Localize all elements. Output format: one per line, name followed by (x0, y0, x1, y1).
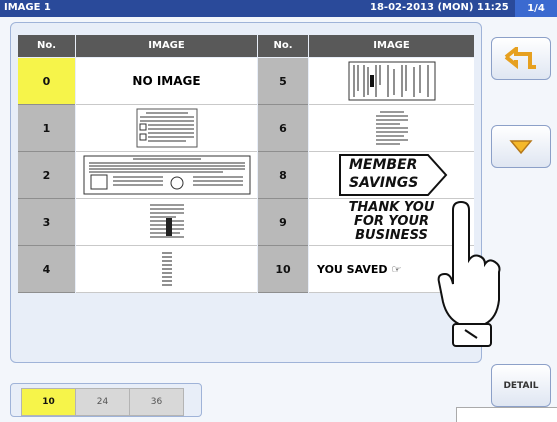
datetime-display: 18-02-2013 (MON) 11:25 (370, 2, 509, 13)
row-no-3[interactable]: 3 (18, 199, 75, 246)
header-image-left: IMAGE (76, 35, 257, 57)
header-no-left: No. (18, 35, 75, 57)
thank-you-line1: THANK YOU (348, 200, 435, 215)
thank-you-text: THANK YOU FOR YOUR BUSINESS (349, 201, 435, 243)
image-cell-6[interactable] (309, 105, 474, 152)
page-indicator: 1/4 (515, 0, 557, 17)
image-cell-8[interactable]: MEMBER SAVINGS (309, 152, 474, 199)
row-no-0[interactable]: 0 (18, 58, 75, 105)
member-savings-line2: SAVINGS (349, 175, 419, 191)
triangle-down-icon (509, 139, 533, 154)
receipt-thumbnail-icon (375, 111, 408, 145)
return-arrow-icon (504, 46, 536, 69)
no-image-label: NO IMAGE (132, 74, 201, 88)
label-text-thumbnail-icon (136, 108, 197, 148)
tab-36[interactable]: 36 (129, 388, 184, 416)
image-cell-2[interactable] (76, 152, 257, 199)
image-cell-10[interactable]: YOU SAVED ☞ (309, 246, 474, 293)
row-no-6[interactable]: 6 (258, 105, 308, 152)
member-savings-text: MEMBER SAVINGS (349, 156, 418, 192)
image-cell-3[interactable] (76, 199, 257, 246)
barcode-thumbnail-icon (161, 252, 172, 286)
status-box (456, 407, 557, 422)
image-cell-9[interactable]: THANK YOU FOR YOUR BUSINESS (309, 199, 474, 246)
page-size-tabs: 10 24 36 (10, 383, 202, 417)
header-image-right: IMAGE (309, 35, 474, 57)
back-button[interactable] (491, 37, 551, 80)
tab-10[interactable]: 10 (21, 388, 76, 416)
title-bar: IMAGE 1 18-02-2013 (MON) 11:25 1/4 (0, 0, 557, 17)
row-no-2[interactable]: 2 (18, 152, 75, 199)
row-no-8[interactable]: 8 (258, 152, 308, 199)
row-no-10[interactable]: 10 (258, 246, 308, 293)
you-saved-label: YOU SAVED (317, 262, 388, 276)
detail-button[interactable]: DETAIL (491, 364, 551, 407)
row-no-9[interactable]: 9 (258, 199, 308, 246)
image-cell-5[interactable] (309, 58, 474, 105)
header-no-right: No. (258, 35, 308, 57)
image-cell-1[interactable] (76, 105, 257, 152)
scroll-down-button[interactable] (491, 125, 551, 168)
tab-24[interactable]: 24 (75, 388, 130, 416)
document-thumbnail-icon (348, 61, 435, 101)
nutrition-label-thumbnail-icon (149, 204, 184, 238)
member-savings-line1: MEMBER (349, 157, 418, 173)
image-cell-4[interactable] (76, 246, 257, 293)
screen-title: IMAGE 1 (4, 2, 51, 13)
row-no-1[interactable]: 1 (18, 105, 75, 152)
thank-you-line2: FOR YOUR (353, 214, 430, 229)
image-cell-0[interactable]: NO IMAGE (76, 58, 257, 105)
thank-you-line3: BUSINESS (355, 228, 428, 243)
row-no-5[interactable]: 5 (258, 58, 308, 105)
pointing-hand-icon: ☞ (391, 262, 402, 276)
row-no-4[interactable]: 4 (18, 246, 75, 293)
safe-handling-instructions-thumbnail-icon (83, 155, 250, 195)
